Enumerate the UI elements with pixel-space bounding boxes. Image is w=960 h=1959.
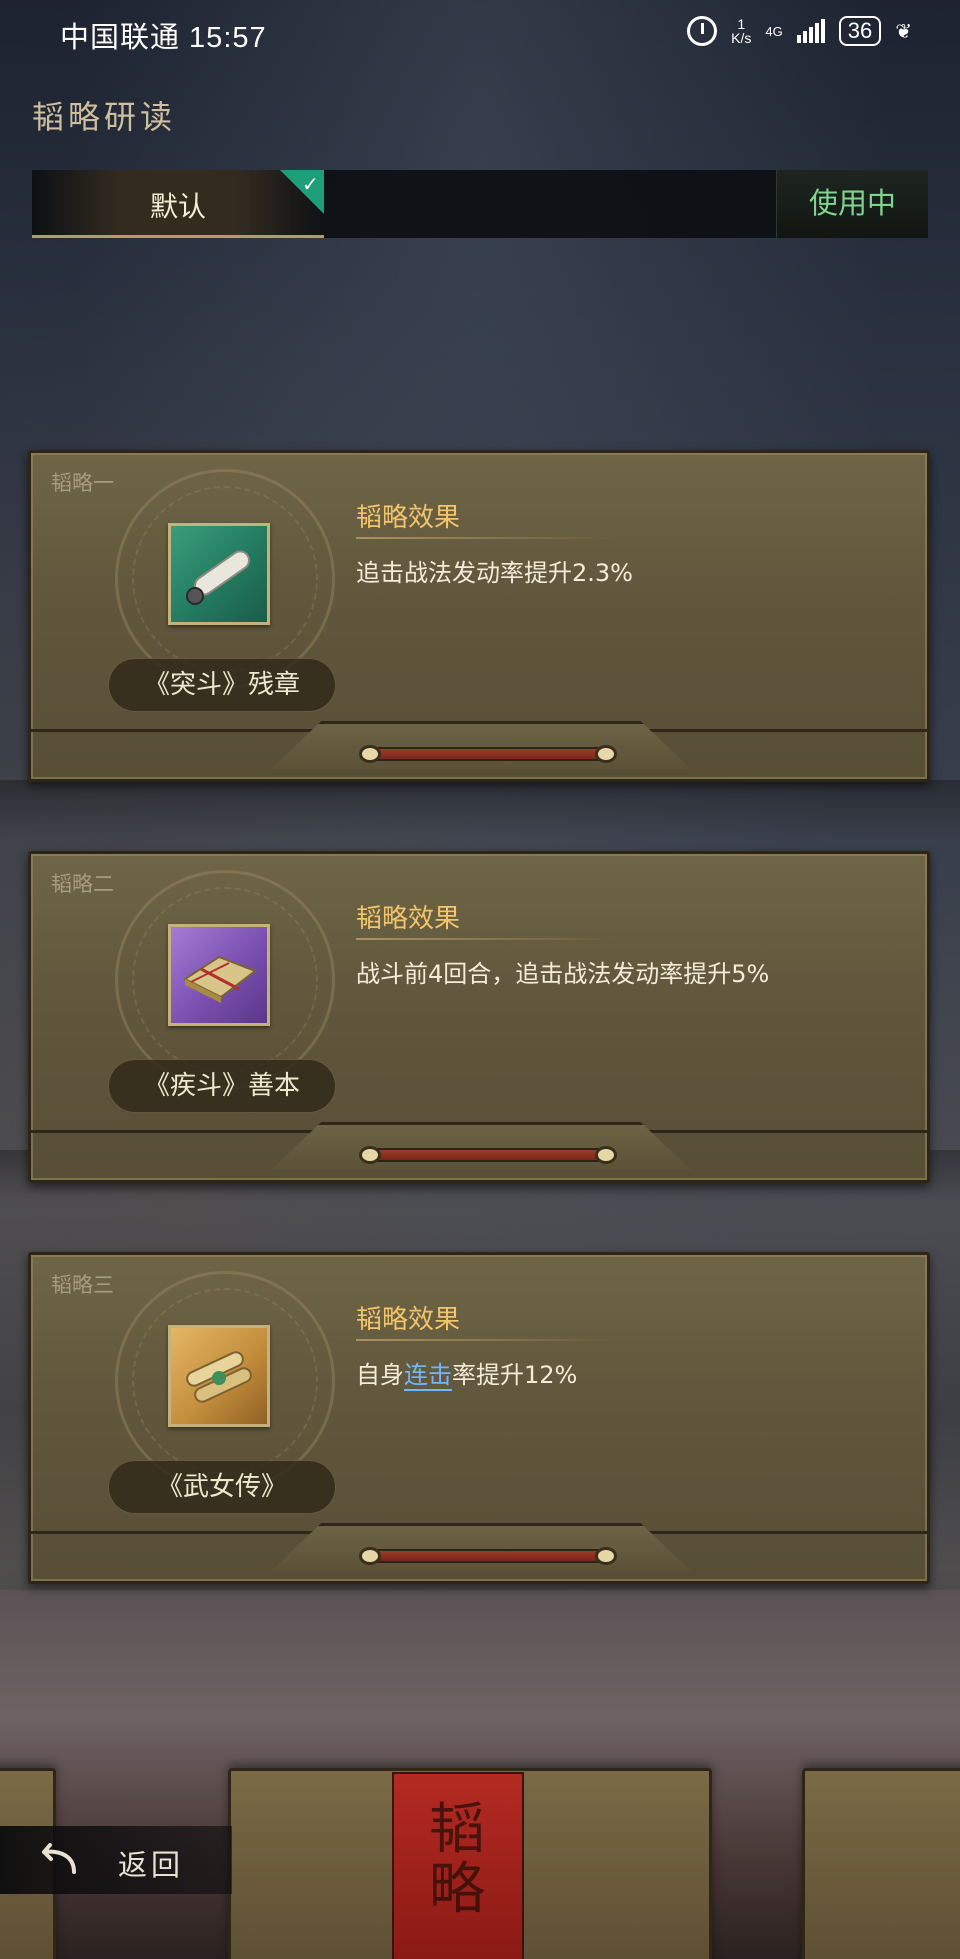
net-speed-value: 1 xyxy=(737,16,746,32)
footer-knob-left xyxy=(359,1547,381,1565)
net-speed: 1 K/s xyxy=(731,17,751,45)
back-label: 返回 xyxy=(118,1848,185,1882)
footer-bar xyxy=(367,1549,607,1563)
divider xyxy=(356,537,616,539)
footer-knob-left xyxy=(359,1146,381,1164)
effect-title: 韬略效果 xyxy=(356,1305,461,1335)
effect-text: 自身连击率提升12% xyxy=(356,1355,578,1391)
footer-knob-left xyxy=(359,745,381,763)
divider xyxy=(356,938,616,940)
status-bar: 中国联通 15:57 1 K/s 4G 36 ❦ xyxy=(0,0,960,70)
decorative-book-right xyxy=(802,1768,960,1959)
bamboo-scrolls-icon[interactable] xyxy=(168,1325,270,1427)
back-button[interactable]: 返回 xyxy=(0,1826,232,1894)
item-name: 《疾斗》善本 xyxy=(108,1059,336,1113)
card-slot-label: 韬略一 xyxy=(51,471,114,495)
strategy-card-1[interactable]: 韬略一 《突斗》残章 韬略效果 追击战法发动率提升2.3% xyxy=(28,450,930,782)
carrier-time: 中国联通 15:57 xyxy=(60,22,267,54)
card-footer xyxy=(31,1120,927,1180)
card-slot-label: 韬略三 xyxy=(51,1273,114,1297)
item-name: 《武女传》 xyxy=(108,1460,336,1514)
footer-knob-right xyxy=(595,745,617,763)
page-title: 韬略研读 xyxy=(32,98,177,136)
effect-title: 韬略效果 xyxy=(356,503,461,533)
effect-title: 韬略效果 xyxy=(356,904,461,934)
effect-text-pre: 自身 xyxy=(356,1361,404,1389)
strategy-card-3[interactable]: 韬略三 《武女传》 韬略效果 自身连击率提升12% xyxy=(28,1252,930,1584)
net-speed-unit: K/s xyxy=(731,30,752,46)
back-arrow-icon xyxy=(42,1843,76,1874)
card-footer xyxy=(31,719,927,779)
combo-link[interactable]: 连击 xyxy=(404,1361,452,1391)
strategy-card-2[interactable]: 韬略二 《疾斗》善本 韬略效果 战斗前4回合，追击战法发动率提升5% xyxy=(28,851,930,1183)
footer-bar xyxy=(367,747,607,761)
tab-default-label: 默认 xyxy=(149,190,206,223)
card-slot-label: 韬略二 xyxy=(51,872,114,896)
effect-text: 战斗前4回合，追击战法发动率提升5% xyxy=(356,960,770,988)
check-icon: ✓ xyxy=(302,172,319,196)
effect-text-post: 率提升12% xyxy=(452,1361,578,1389)
footer-knob-right xyxy=(595,1146,617,1164)
footer-knob-right xyxy=(595,1547,617,1565)
signal-icon xyxy=(796,19,825,43)
effect-text: 追击战法发动率提升2.3% xyxy=(356,559,633,587)
in-use-button[interactable]: 使用中 xyxy=(776,170,928,238)
bound-book-icon[interactable] xyxy=(168,924,270,1026)
item-name: 《突斗》残章 xyxy=(108,658,336,712)
divider xyxy=(356,1339,616,1341)
footer-bar xyxy=(367,1148,607,1162)
tab-bar: 默认 ✓ 使用中 xyxy=(32,170,928,238)
alarm-icon xyxy=(687,16,718,46)
scroll-icon[interactable] xyxy=(168,523,270,625)
book-calligraphy: 韬略 xyxy=(429,1797,485,1922)
network-type: 4G xyxy=(765,23,783,39)
card-footer xyxy=(31,1521,927,1581)
battery-icon: 36 xyxy=(838,16,882,46)
leaf-icon: ❦ xyxy=(895,19,912,43)
